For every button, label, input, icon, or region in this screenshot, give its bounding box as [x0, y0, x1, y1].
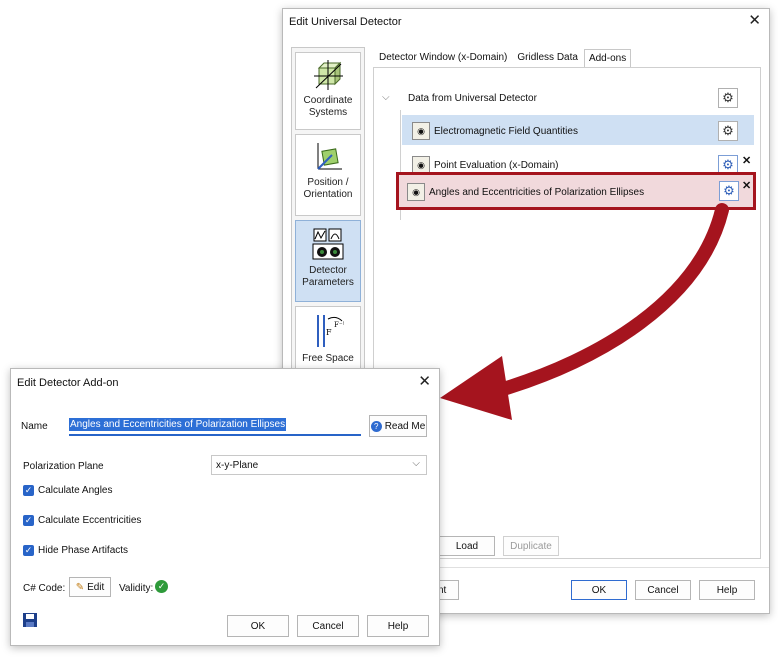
- edit-detector-add-on-dialog: Edit Detector Add-on ✕ Name Angles and E…: [10, 368, 440, 646]
- sub-close-icon[interactable]: ✕: [418, 374, 431, 390]
- help-circle-icon: ?: [370, 420, 382, 432]
- name-field[interactable]: Angles and Eccentricities of Polarizatio…: [69, 416, 361, 436]
- name-label: Name: [21, 421, 48, 432]
- hide-phase-artifacts-checkbox[interactable]: ✓ Hide Phase Artifacts: [23, 545, 128, 556]
- calculate-angles-checkbox[interactable]: ✓ Calculate Angles: [23, 485, 113, 496]
- sub-cancel-button[interactable]: Cancel: [297, 615, 359, 637]
- calculate-angles-label: Calculate Angles: [38, 485, 113, 496]
- read-me-label: Read Me: [384, 420, 426, 432]
- hide-phase-artifacts-label: Hide Phase Artifacts: [38, 545, 129, 556]
- valid-check-icon: ✓: [155, 580, 168, 593]
- pencil-icon: ✎: [75, 581, 85, 593]
- checkbox-checked-icon: ✓: [23, 545, 34, 556]
- calculate-eccentricities-checkbox[interactable]: ✓ Calculate Eccentricities: [23, 515, 141, 526]
- sub-help-button[interactable]: Help: [367, 615, 429, 637]
- polarization-plane-label: Polarization Plane: [23, 461, 104, 472]
- edit-code-label: Edit: [87, 581, 105, 593]
- save-disk-icon[interactable]: [23, 613, 37, 627]
- sub-titlebar: Edit Detector Add-on: [11, 369, 439, 397]
- checkbox-checked-icon: ✓: [23, 515, 34, 526]
- dropdown-chevron-icon: ⌵: [412, 458, 420, 469]
- read-me-button[interactable]: ? Read Me: [369, 415, 427, 437]
- sub-dialog-title: Edit Detector Add-on: [17, 377, 119, 389]
- csharp-code-label: C# Code:: [23, 583, 66, 594]
- sub-ok-button[interactable]: OK: [227, 615, 289, 637]
- name-field-value: Angles and Eccentricities of Polarizatio…: [69, 418, 287, 431]
- polarization-plane-value: x-y-Plane: [216, 460, 259, 471]
- checkbox-checked-icon: ✓: [23, 485, 34, 496]
- polarization-plane-select[interactable]: x-y-Plane ⌵: [211, 455, 427, 475]
- calculate-eccentricities-label: Calculate Eccentricities: [38, 515, 142, 526]
- validity-label: Validity:: [119, 583, 154, 594]
- edit-code-button[interactable]: ✎ Edit: [69, 577, 111, 597]
